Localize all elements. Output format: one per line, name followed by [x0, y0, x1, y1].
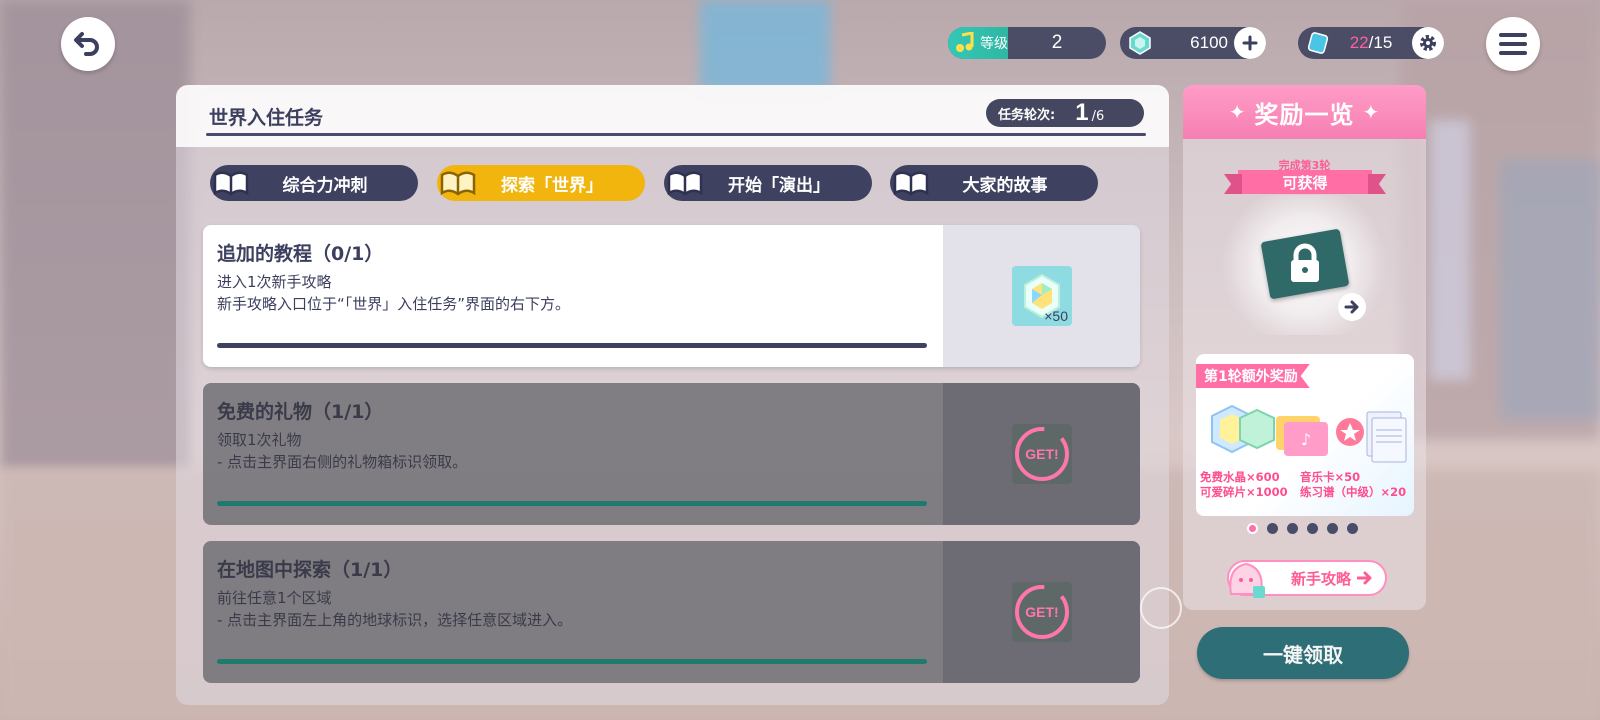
- decorative-ring: [1140, 587, 1182, 629]
- bonus-items-list: 免费水晶×600 音乐卡×50 可爱碎片×1000 练习谱（中级）×20: [1200, 470, 1414, 500]
- rewards-panel: ✦ 奖励一览 ✦ 完成第3轮 可获得 第1轮额外奖励 ♪ 免费水晶×600 音乐…: [1183, 85, 1426, 610]
- ticket-current: 22: [1349, 33, 1369, 52]
- get-stamp-text: GET!: [1025, 604, 1058, 620]
- back-button[interactable]: [61, 17, 115, 71]
- reward-quantity: ×50: [1044, 308, 1068, 324]
- bonus-item: 可爱碎片×1000: [1200, 485, 1288, 499]
- task-hint: - 点击主界面右侧的礼物箱标识领取。: [217, 453, 468, 471]
- task-progress-bar: [217, 343, 927, 348]
- main-menu-button[interactable]: [1486, 17, 1540, 71]
- gem-counter: 6100: [1120, 27, 1266, 59]
- player-level: 等级 2: [948, 27, 1106, 59]
- get-stamp-icon: GET!: [1015, 427, 1069, 481]
- task-name: 免费的礼物（1/1）: [217, 401, 384, 423]
- add-gems-button[interactable]: [1234, 27, 1266, 59]
- guide-button-label: 新手攻略: [1290, 569, 1351, 588]
- reward-gem[interactable]: ×50: [1012, 266, 1072, 326]
- level-value: 2: [1051, 32, 1063, 53]
- bonus-items-art: ♪: [1211, 404, 1407, 463]
- back-arrow-icon: [74, 32, 99, 56]
- task-name: 在地图中探索（1/1）: [217, 559, 403, 581]
- task-item-free-gift[interactable]: 免费的礼物（1/1） 领取1次礼物 - 点击主界面右侧的礼物箱标识领取。 GET…: [203, 383, 1140, 525]
- tab-explore-world[interactable]: 探索「世界」: [437, 165, 645, 201]
- bonus-label: 第1轮额外奖励: [1196, 364, 1310, 388]
- task-progress-bar: [217, 501, 927, 506]
- book-icon: [440, 171, 476, 196]
- ribbon-label: 可获得: [1282, 173, 1328, 192]
- gear-icon: [1420, 35, 1436, 51]
- bonus-item: 免费水晶×600: [1200, 470, 1280, 484]
- bonus-reward-card[interactable]: 第1轮额外奖励 ♪ 免费水晶×600 音乐卡×50 可爱碎片×1000 练习谱（…: [1196, 354, 1414, 516]
- sparkle-icon: ✦: [1228, 100, 1247, 124]
- title-divider: [206, 133, 1146, 136]
- book-icon: [893, 171, 929, 196]
- page-dot[interactable]: [1307, 523, 1318, 534]
- claim-all-button[interactable]: 一键领取: [1197, 627, 1409, 679]
- sparkle-icon: ✦: [1362, 100, 1381, 124]
- arrow-right-icon: [1357, 571, 1372, 585]
- ribbon-banner: 可获得: [1238, 170, 1372, 194]
- task-description: 领取1次礼物: [217, 431, 302, 449]
- pagination-dots: [1247, 523, 1358, 534]
- page-dot[interactable]: [1347, 523, 1358, 534]
- rewards-title: 奖励一览: [1254, 100, 1355, 129]
- reward-claimed: GET!: [1012, 424, 1072, 484]
- task-progress-bar: [217, 659, 927, 664]
- task-item-explore-map[interactable]: 在地图中探索（1/1） 前往任意1个区域 - 点击主界面左上角的地球标识，选择任…: [203, 541, 1140, 683]
- tab-power-sprint[interactable]: 综合力冲刺: [210, 165, 418, 201]
- mission-panel-header: 世界入住任务 任务轮次: 1 /6: [176, 85, 1169, 147]
- level-label: 等级: [980, 36, 1008, 52]
- plus-icon: [1242, 35, 1258, 51]
- tab-everyones-story[interactable]: 大家的故事: [890, 165, 1098, 201]
- svg-text:♪: ♪: [1301, 430, 1311, 449]
- round-total: /6: [1091, 108, 1105, 124]
- page-dot[interactable]: [1247, 523, 1258, 534]
- tab-label: 大家的故事: [962, 175, 1048, 196]
- book-icon: [213, 171, 249, 196]
- arrow-right-icon: [1344, 300, 1359, 314]
- ticket-counter: 22/15: [1298, 27, 1444, 59]
- task-description: 进入1次新手攻略: [217, 273, 332, 291]
- settings-button[interactable]: [1412, 27, 1444, 59]
- tab-start-live[interactable]: 开始「演出」: [664, 165, 872, 201]
- tab-label: 开始「演出」: [728, 175, 830, 196]
- tab-label: 综合力冲刺: [282, 175, 368, 196]
- gem-value: 6100: [1190, 33, 1228, 52]
- rewards-panel-header: ✦ 奖励一览 ✦: [1183, 85, 1426, 139]
- get-stamp-icon: GET!: [1015, 585, 1069, 639]
- round-label: 任务轮次:: [998, 107, 1056, 123]
- bonus-item: 音乐卡×50: [1300, 470, 1361, 484]
- bonus-item: 练习谱（中级）×20: [1300, 485, 1407, 499]
- get-stamp-text: GET!: [1025, 446, 1058, 462]
- task-hint: 新手攻略入口位于“「世界」入住任务”界面的右下方。: [217, 295, 571, 313]
- mascot-icon: [1229, 562, 1265, 598]
- round-value: 1: [1075, 99, 1089, 126]
- task-description: 前往任意1个区域: [217, 589, 332, 607]
- tab-label: 探索「世界」: [501, 175, 603, 196]
- music-note-icon: [956, 32, 974, 52]
- lock-icon: [1291, 243, 1319, 282]
- task-item-tutorial[interactable]: 追加的教程（0/1） 进入1次新手攻略 新手攻略入口位于“「世界」入住任务”界面…: [203, 225, 1140, 367]
- ticket-max: /15: [1368, 33, 1393, 52]
- task-hint: - 点击主界面左上角的地球标识，选择任意区域进入。: [217, 611, 573, 629]
- book-icon: [667, 171, 703, 196]
- page-title: 世界入住任务: [209, 107, 324, 129]
- beginner-guide-button[interactable]: 新手攻略: [1227, 560, 1387, 598]
- page-dot[interactable]: [1327, 523, 1338, 534]
- ticket-icon: [1307, 32, 1329, 54]
- mission-round: 任务轮次: 1 /6: [986, 99, 1144, 127]
- reward-claimed: GET!: [1012, 582, 1072, 642]
- task-name: 追加的教程（0/1）: [217, 243, 384, 265]
- page-dot[interactable]: [1287, 523, 1298, 534]
- hamburger-menu-icon: [1499, 33, 1527, 55]
- page-dot[interactable]: [1267, 523, 1278, 534]
- gem-icon: [1129, 31, 1151, 55]
- next-reward-button[interactable]: [1338, 293, 1366, 321]
